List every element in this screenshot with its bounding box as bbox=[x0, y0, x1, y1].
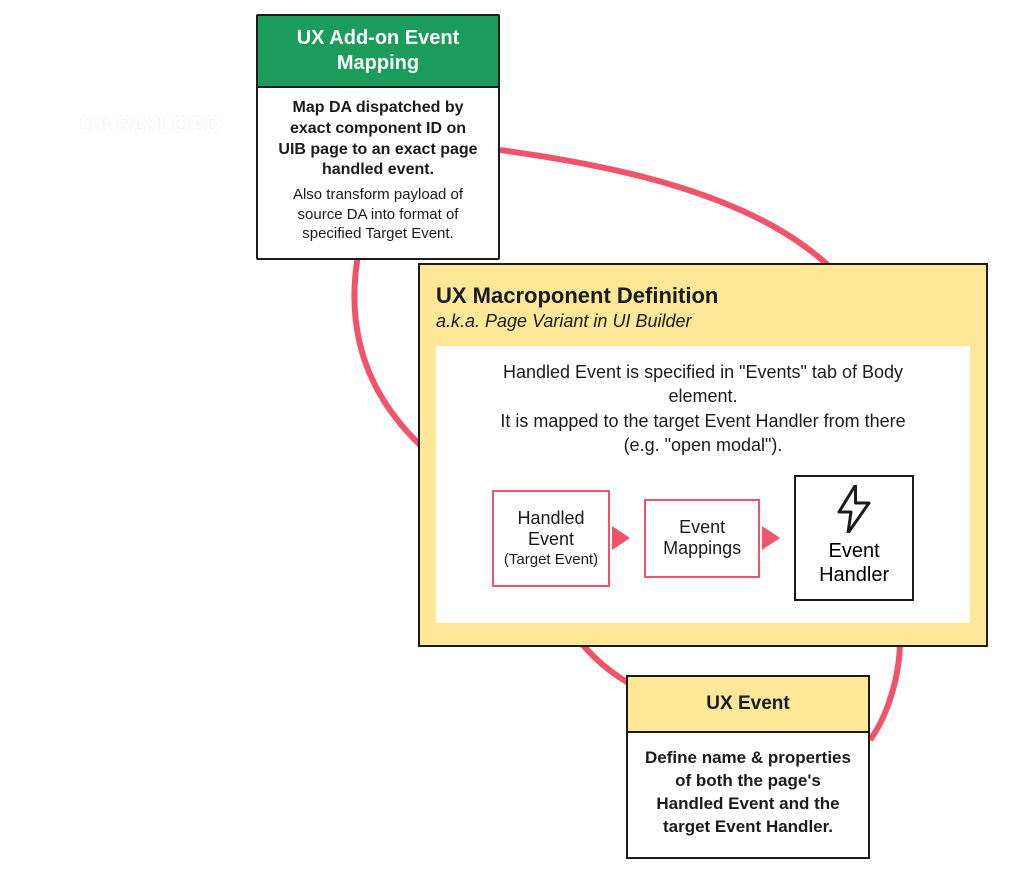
arrow-icon bbox=[612, 526, 630, 550]
event-handler-box: Event Handler bbox=[794, 475, 914, 601]
handled-event-line1: Handled bbox=[504, 508, 598, 530]
macro-flow-row: Handled Event (Target Event) Event Mappi… bbox=[452, 475, 954, 601]
arrow-icon bbox=[762, 526, 780, 550]
ux-addon-header: UX Add-on Event Mapping bbox=[258, 16, 498, 88]
ux-addon-body-main: Map DA dispatched by exact component ID … bbox=[274, 98, 482, 181]
ux-event-header: UX Event bbox=[628, 677, 868, 733]
event-handler-line1: Event bbox=[819, 539, 889, 563]
macro-inner-panel: Handled Event is specified in "Events" t… bbox=[436, 346, 970, 623]
ux-event-box: UX Event Define name & properties of bot… bbox=[626, 675, 870, 859]
handled-event-sub: (Target Event) bbox=[504, 551, 598, 569]
macro-subtitle: a.k.a. Page Variant in UI Builder bbox=[436, 311, 970, 332]
macro-title: UX Macroponent Definition bbox=[436, 283, 970, 309]
macro-description: Handled Event is specified in "Events" t… bbox=[493, 360, 913, 457]
event-mappings-line1: Event bbox=[656, 517, 748, 539]
lightning-icon bbox=[836, 485, 872, 533]
ux-addon-body: Map DA dispatched by exact component ID … bbox=[258, 88, 498, 258]
ux-addon-body-sub: Also transform payload of source DA into… bbox=[274, 185, 482, 244]
handled-event-line2: Event bbox=[504, 529, 598, 551]
event-mappings-box: Event Mappings bbox=[644, 499, 760, 578]
event-mappings-line2: Mappings bbox=[656, 538, 748, 560]
event-handler-line2: Handler bbox=[819, 563, 889, 587]
ux-macroponent-definition-box: UX Macroponent Definition a.k.a. Page Va… bbox=[418, 263, 988, 647]
ux-event-body: Define name & properties of both the pag… bbox=[628, 733, 868, 857]
da-payload-label: DA PAYLOAD bbox=[80, 112, 221, 138]
handled-event-box: Handled Event (Target Event) bbox=[492, 490, 610, 587]
ux-addon-event-mapping-box: UX Add-on Event Mapping Map DA dispatche… bbox=[256, 14, 500, 260]
